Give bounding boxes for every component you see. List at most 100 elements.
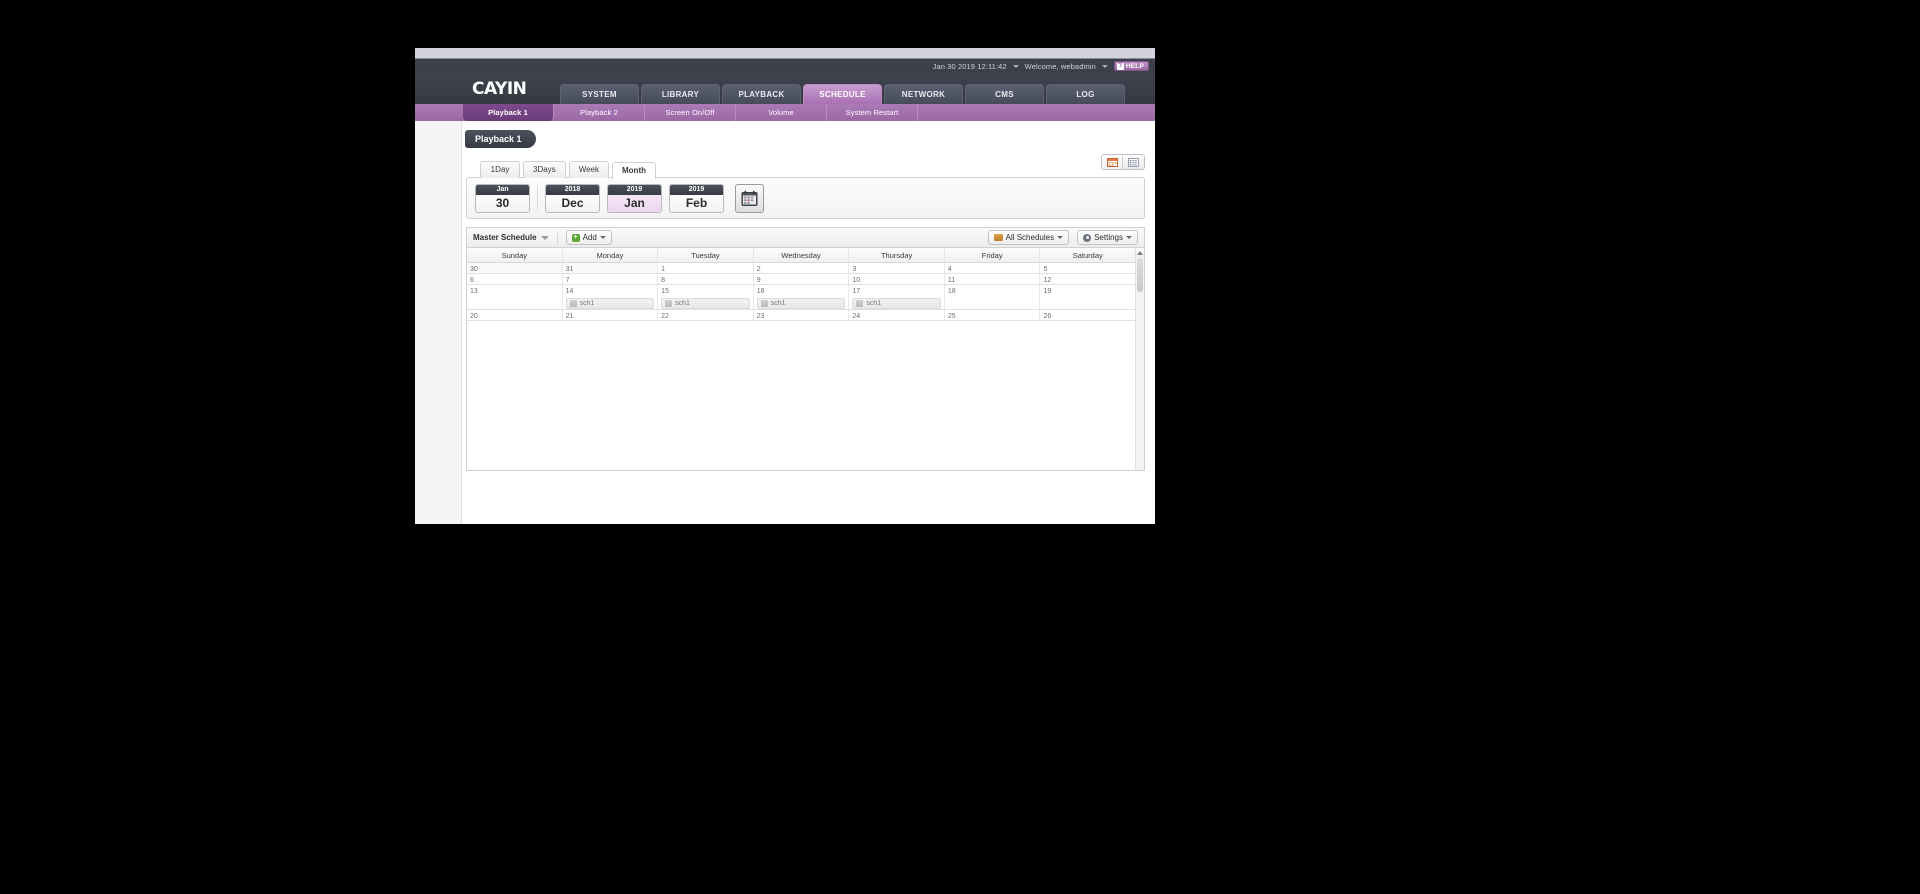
settings-button-label: Settings [1094, 233, 1123, 242]
calendar-day-cell[interactable]: 11 [945, 274, 1041, 284]
day-number: 15 [661, 288, 669, 295]
calendar-day-cell[interactable]: 6 [467, 274, 563, 284]
calendar-day-cell[interactable]: 16 sch1 [754, 285, 850, 309]
nav-tab-system[interactable]: SYSTEM [560, 84, 639, 104]
nav-tab-network[interactable]: NETWORK [884, 84, 963, 104]
scrollbar-up-button[interactable] [1136, 248, 1144, 257]
calendar-day-cell[interactable]: 23 [754, 310, 850, 320]
calendar-container: Sunday Monday Tuesday Wednesday Thursday… [466, 247, 1145, 471]
question-mark-icon: ? [1116, 62, 1124, 70]
day-number: 20 [470, 313, 478, 320]
calendar-week-row: 30 31 1 2 3 4 5 [467, 263, 1135, 274]
timestamp-chevron-down-icon[interactable] [1012, 64, 1019, 68]
day-number: 14 [565, 288, 574, 295]
master-schedule-selector[interactable]: Master Schedule [473, 233, 549, 242]
add-button[interactable]: + Add [565, 230, 612, 245]
day-number: 4 [947, 266, 952, 273]
dow-thursday: Thursday [849, 248, 945, 262]
calendar-grid: Sunday Monday Tuesday Wednesday Thursday… [467, 248, 1135, 470]
day-number: 9 [756, 277, 761, 284]
event-label: sch1 [675, 300, 690, 307]
application-window: Jan 30 2019 12:11:42 Welcome, webadmin ?… [415, 48, 1155, 524]
calendar-day-cell[interactable]: 15 sch1 [658, 285, 754, 309]
calendar-day-cell[interactable]: 21 [563, 310, 659, 320]
calendar-day-cell[interactable]: 26 [1040, 310, 1135, 320]
nav-tab-schedule[interactable]: SCHEDULE [803, 84, 882, 104]
date-picker-button[interactable] [735, 183, 764, 213]
calendar-day-cell[interactable]: 30 [467, 263, 563, 273]
day-number: 18 [947, 288, 956, 295]
brand-logo: CAYIN [472, 79, 527, 99]
page-title: Playback 1 [465, 130, 536, 148]
calendar-day-cell[interactable]: 7 [563, 274, 659, 284]
settings-chevron-down-icon [1126, 236, 1132, 239]
nav-tab-cms[interactable]: CMS [965, 84, 1044, 104]
date-button-day[interactable]: Jan 30 [475, 183, 530, 213]
calendar-event[interactable]: sch1 [756, 298, 846, 309]
welcome-user-label: Welcome, webadmin [1024, 61, 1096, 71]
calendar-day-cell[interactable]: 9 [754, 274, 850, 284]
gear-icon [1083, 233, 1092, 242]
calendar-day-cell[interactable]: 5 [1040, 263, 1135, 273]
subnav-item-screen-on-off[interactable]: Screen On/Off [645, 104, 736, 121]
calendar-day-cell[interactable]: 25 [945, 310, 1041, 320]
user-menu-chevron-down-icon[interactable] [1101, 64, 1108, 68]
calendar-picker-icon [741, 190, 758, 206]
event-schedule-icon [760, 300, 768, 307]
next-month-name: Feb [670, 194, 723, 212]
date-button-day-month: Jan [476, 184, 529, 195]
calendar-day-cell[interactable]: 4 [945, 263, 1041, 273]
calendar-week-row: 13 14 sch1 15 sch1 16 sch1 17 sch1 18 19 [467, 285, 1135, 310]
calendar-day-cell[interactable]: 13 [467, 285, 563, 309]
date-button-current-month[interactable]: 2019 Jan [607, 183, 662, 213]
calendar-day-cell[interactable]: 8 [658, 274, 754, 284]
day-number: 8 [661, 277, 666, 284]
calendar-day-cell[interactable]: 14 sch1 [563, 285, 659, 309]
timestamp: Jan 30 2019 12:11:42 [932, 61, 1007, 71]
calendar-week-row: 20 21 22 23 24 25 26 [467, 310, 1135, 321]
calendar-day-cell[interactable]: 18 [945, 285, 1041, 309]
master-schedule-label: Master Schedule [473, 233, 537, 242]
help-button[interactable]: ? HELP [1113, 61, 1149, 71]
scrollbar-thumb[interactable] [1137, 258, 1143, 292]
calendar-day-cell[interactable]: 12 [1040, 274, 1135, 284]
tab-1day[interactable]: 1Day [480, 161, 520, 178]
subnav-item-system-restart[interactable]: System Restart [827, 104, 918, 121]
tab-3days[interactable]: 3Days [523, 161, 566, 178]
day-number: 21 [565, 313, 574, 320]
schedule-bar-icon [993, 234, 1003, 241]
date-button-prev-month[interactable]: 2018 Dec [545, 183, 600, 213]
calendar-scrollbar[interactable] [1135, 248, 1144, 470]
calendar-day-cell[interactable]: 17 sch1 [849, 285, 945, 309]
nav-tab-library[interactable]: LIBRARY [641, 84, 720, 104]
master-schedule-chevron-down-icon [540, 235, 549, 240]
nav-tab-playback[interactable]: PLAYBACK [722, 84, 801, 104]
calendar-day-cell[interactable]: 1 [658, 263, 754, 273]
date-button-next-month[interactable]: 2019 Feb [669, 183, 724, 213]
day-number: 6 [470, 277, 474, 284]
settings-button[interactable]: Settings [1077, 230, 1138, 245]
subnav-item-playback-2[interactable]: Playback 2 [554, 104, 645, 121]
all-schedules-button[interactable]: All Schedules [987, 230, 1070, 245]
tab-week[interactable]: Week [568, 161, 609, 178]
calendar-event[interactable]: sch1 [565, 298, 655, 309]
calendar-day-cell[interactable]: 31 [562, 263, 659, 273]
day-number: 5 [1043, 266, 1048, 273]
subnav-item-volume[interactable]: Volume [736, 104, 827, 121]
day-number: 26 [1043, 313, 1052, 320]
nav-tab-log[interactable]: LOG [1046, 84, 1125, 104]
calendar-day-cell[interactable]: 3 [849, 263, 945, 273]
calendar-day-cell[interactable]: 2 [754, 263, 850, 273]
tab-month[interactable]: Month [612, 162, 656, 179]
calendar-day-cell[interactable]: 19 [1040, 285, 1135, 309]
calendar-day-cell[interactable]: 24 [849, 310, 945, 320]
calendar-event[interactable]: sch1 [852, 298, 941, 309]
subnav-item-playback-1[interactable]: Playback 1 [463, 104, 554, 121]
current-month-year: 2019 [608, 184, 661, 195]
event-label: sch1 [579, 300, 595, 307]
calendar-event[interactable]: sch1 [661, 298, 750, 309]
calendar-day-cell[interactable]: 20 [467, 310, 563, 320]
calendar-day-cell[interactable]: 22 [658, 310, 754, 320]
day-number: 7 [565, 277, 570, 284]
calendar-day-cell[interactable]: 10 [849, 274, 945, 284]
